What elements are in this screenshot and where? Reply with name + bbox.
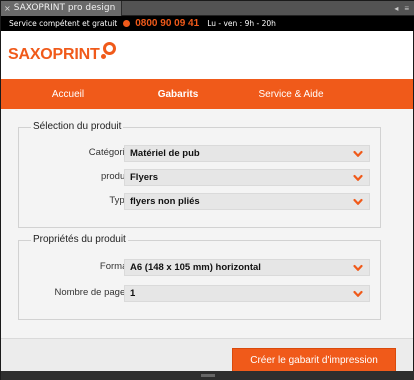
field-row-nombre-pages: Nombre de pages 1 [19,285,380,302]
info-bar: Service compétent et gratuit 0800 90 09 … [1,16,414,31]
nombre-pages-label: Nombre de pages [54,287,130,298]
bottom-scrollbar[interactable] [1,371,414,380]
opening-hours: Lu - ven : 9h - 20h [207,19,276,28]
panel-window: × SAXOPRINT pro design ◂ ≡ Service compé… [0,0,414,380]
product-properties-group: Propriétés du produit Format A6 (148 x 1… [18,234,381,320]
panel-tab[interactable]: × SAXOPRINT pro design [1,0,123,16]
field-row-format: Format A6 (148 x 105 mm) horizontal [19,259,380,276]
phone-icon [123,20,131,27]
categorie-select[interactable]: Matériel de pub [124,145,370,162]
logo-mark-icon [100,42,117,62]
field-row-produit: produit Flyers [19,169,380,186]
nombre-pages-value: 1 [130,288,136,299]
chevron-down-icon [353,290,363,297]
nav-item-gabarits[interactable]: Gabarits [135,79,221,109]
chevron-down-icon [353,174,363,181]
product-properties-title: Propriétés du produit [31,234,128,245]
footer: Créer le gabarit d'impression [1,338,413,372]
format-value: A6 (148 x 105 mm) horizontal [130,262,261,273]
chevron-down-icon [353,264,363,271]
brand-logo[interactable]: SAXOPRINT [8,42,117,64]
field-row-categorie: Catégorie Matériel de pub [19,145,380,162]
header: SAXOPRINT [1,31,413,79]
product-selection-title: Sélection du produit [31,121,124,132]
type-value: flyers non pliés [130,196,200,207]
chevron-down-icon [353,198,363,205]
panel-menu-icon[interactable]: ≡ [404,4,409,13]
brand-name: SAXOPRINT [8,46,100,63]
field-row-type: Type flyers non pliés [19,193,380,210]
phone-number: 0800 90 09 41 [135,18,200,29]
produit-select[interactable]: Flyers [124,169,370,186]
nav-item-service-aide[interactable]: Service & Aide [221,79,361,109]
nombre-pages-select[interactable]: 1 [124,285,370,302]
type-select[interactable]: flyers non pliés [124,193,370,210]
create-template-button[interactable]: Créer le gabarit d'impression [232,348,396,372]
format-select[interactable]: A6 (148 x 105 mm) horizontal [124,259,370,276]
product-selection-group: Sélection du produit Catégorie Matériel … [18,121,381,228]
chevron-down-icon [353,150,363,157]
categorie-value: Matériel de pub [130,148,200,159]
panel-controls: ◂ ≡ [394,4,414,13]
nav-item-accueil[interactable]: Accueil [1,79,135,109]
produit-value: Flyers [130,172,158,183]
panel-title-bar: × SAXOPRINT pro design ◂ ≡ [1,0,414,16]
scroll-thumb[interactable] [201,374,215,377]
close-icon[interactable]: × [4,4,11,13]
service-text: Service compétent et gratuit [9,19,118,28]
main-content: SAXOPRINT Accueil Gabarits Service & Aid… [1,31,413,372]
main-nav: Accueil Gabarits Service & Aide [1,79,413,109]
panel-title: SAXOPRINT pro design [13,3,116,13]
collapse-icon[interactable]: ◂ [394,4,398,13]
